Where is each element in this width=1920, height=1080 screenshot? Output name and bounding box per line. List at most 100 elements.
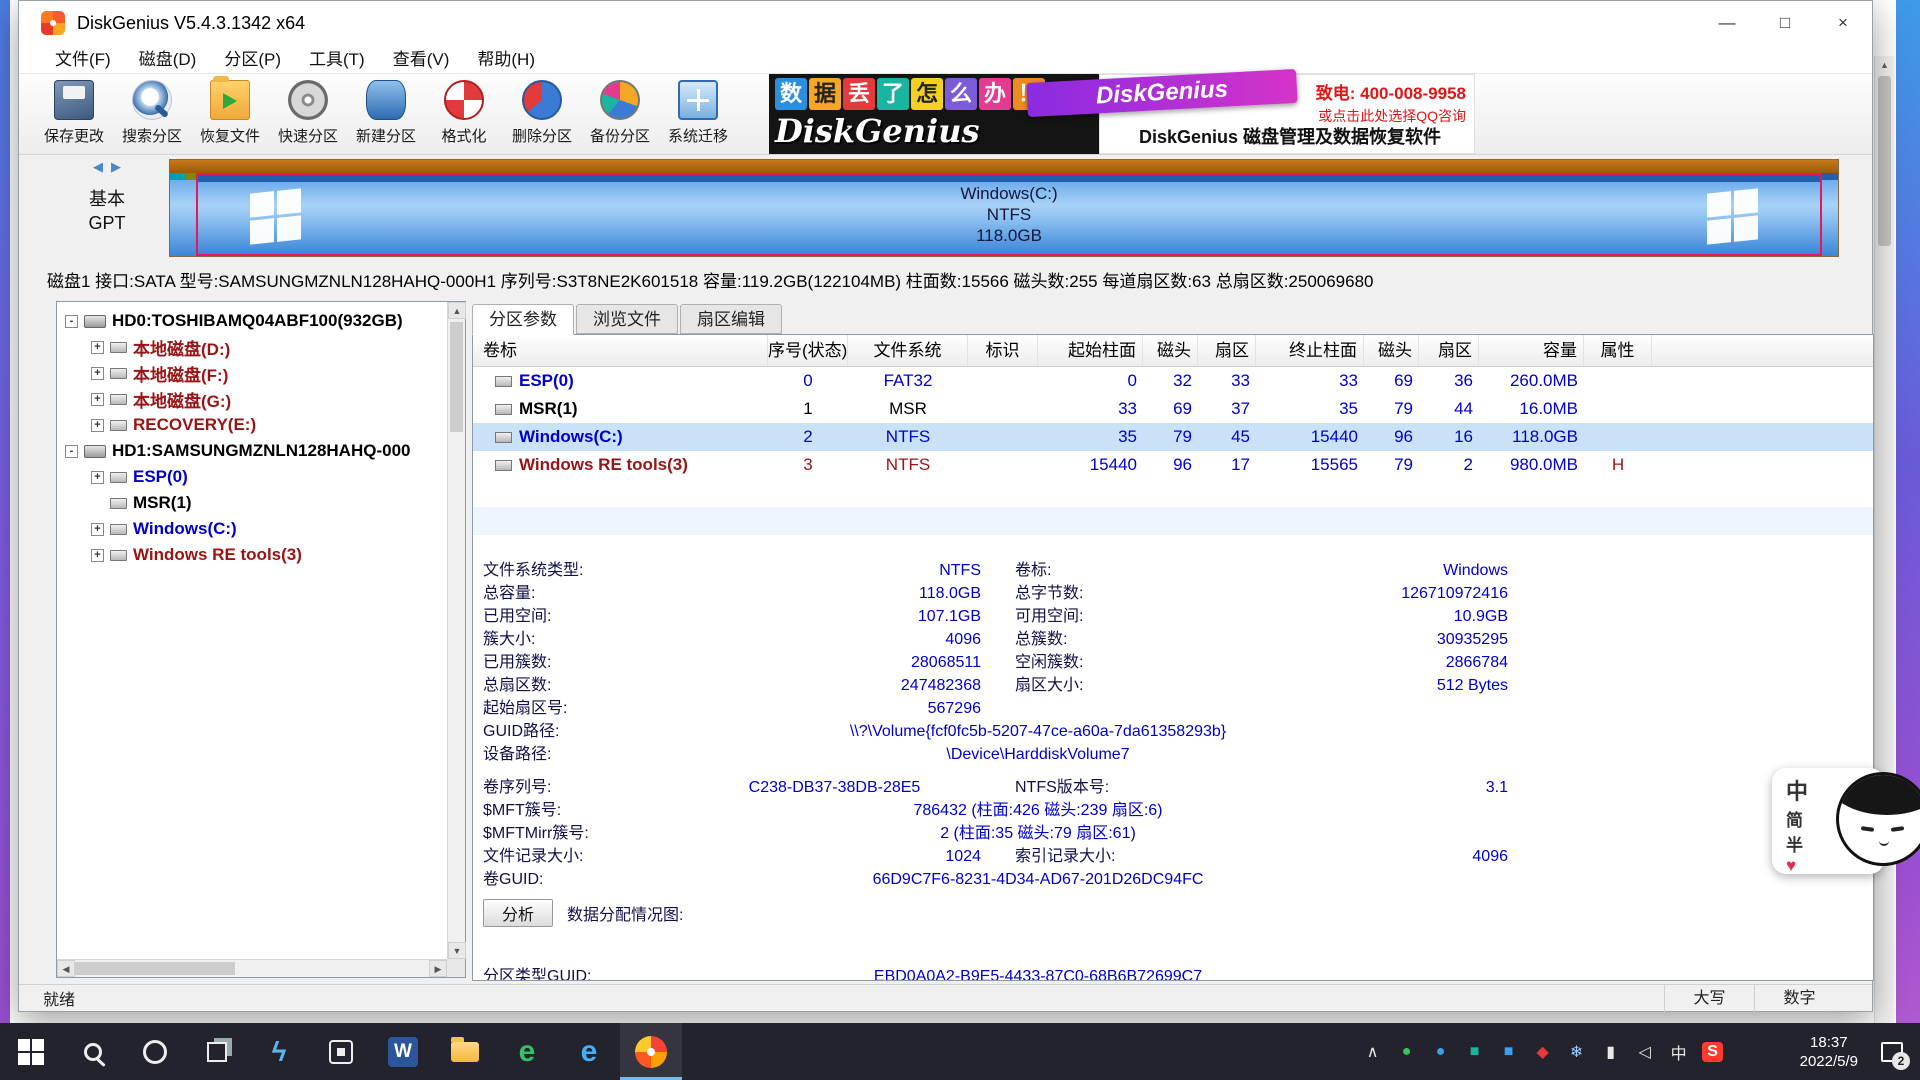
toolbar-button[interactable]: 备份分区 <box>581 74 659 152</box>
expand-toggle-icon[interactable]: + <box>91 393 104 406</box>
browser-green-button[interactable]: e <box>496 1023 558 1080</box>
partition-row[interactable]: MSR(1) 1 MSR 33 69 37 35 79 44 16.0MB <box>473 395 1873 423</box>
tray-icon[interactable]: ◆ <box>1526 1023 1560 1080</box>
toolbar-button[interactable]: 新建分区 <box>347 74 425 152</box>
tray-icon[interactable]: 中 <box>1662 1023 1696 1080</box>
desktop-pet-avatar[interactable] <box>1836 772 1920 866</box>
toolbar-button[interactable]: 删除分区 <box>503 74 581 152</box>
tree-item[interactable]: + Windows RE tools(3) <box>61 542 445 568</box>
expand-toggle-icon[interactable]: + <box>91 523 104 536</box>
tray-icon[interactable]: ∧ <box>1356 1023 1390 1080</box>
toolbar-button[interactable]: 保存更改 <box>35 74 113 152</box>
menu-item[interactable]: 文件(F) <box>41 45 125 74</box>
tray-icon[interactable]: ◁ <box>1628 1023 1662 1080</box>
detail-value: \Device\HarddiskVolume7 <box>688 743 1388 766</box>
expand-toggle-icon[interactable]: + <box>91 549 104 562</box>
menu-item[interactable]: 查看(V) <box>379 45 464 74</box>
minimize-button[interactable]: — <box>1698 1 1756 45</box>
tree-item[interactable]: + 本地磁盘(G:) <box>61 386 445 412</box>
ad-banner[interactable]: 数据丢了怎么办！ DiskGenius 致电: 400-008-9958 或点击… <box>769 74 1475 154</box>
tab[interactable]: 分区参数 <box>472 304 574 335</box>
expand-toggle-icon[interactable]: - <box>65 315 78 328</box>
tree-item[interactable]: + ESP(0) <box>61 464 445 490</box>
file-explorer-button[interactable] <box>434 1023 496 1080</box>
tree-vertical-scrollbar[interactable]: ▲ ▼ <box>447 302 465 959</box>
action-center-button[interactable]: 2 <box>1868 1023 1916 1080</box>
titlebar[interactable]: DiskGenius V5.4.3.1342 x64 — □ × <box>19 1 1872 45</box>
taskbar-clock[interactable]: 18:37 2022/5/9 <box>1800 1033 1858 1071</box>
menu-item[interactable]: 分区(P) <box>210 45 295 74</box>
tray-icon[interactable]: ❄ <box>1560 1023 1594 1080</box>
maximize-button[interactable]: □ <box>1756 1 1814 45</box>
partition-segment-re-tools[interactable] <box>1822 173 1838 256</box>
tree-item[interactable]: - HD0:TOSHIBAMQ04ABF100(932GB) <box>61 308 445 334</box>
start-button[interactable] <box>0 1023 62 1080</box>
detail-value: 3.1 <box>1196 776 1508 799</box>
ad-slogan-char: 丢 <box>843 78 875 110</box>
tray-icon[interactable]: ● <box>1390 1023 1424 1080</box>
menu-item[interactable]: 工具(T) <box>295 45 379 74</box>
tree-item[interactable]: + RECOVERY(E:) <box>61 412 445 438</box>
partition-segment-windows-c[interactable]: Windows(C:) NTFS 118.0GB <box>196 173 1822 256</box>
disk-nav-arrows[interactable]: ◀▶ <box>93 159 129 175</box>
tray-icon[interactable]: S <box>1696 1023 1730 1080</box>
browser-scrollbar[interactable]: ▲ <box>1874 56 1894 1023</box>
toolbar-button[interactable]: 系统迁移 <box>659 74 737 152</box>
partition-row[interactable]: Windows RE tools(3) 3 NTFS 15440 96 17 1… <box>473 451 1873 479</box>
menu-item[interactable]: 帮助(H) <box>463 45 549 74</box>
detail-row: 卷序列号: C238-DB37-38DB-28E5 NTFS版本号: 3.1 <box>483 776 1873 799</box>
toolbar-button[interactable]: 格式化 <box>425 74 503 152</box>
expand-toggle-icon[interactable]: + <box>91 471 104 484</box>
partition-segment-esp[interactable] <box>170 173 185 256</box>
scrollbar-thumb[interactable] <box>75 962 235 975</box>
end-sector-cell: 36 <box>1419 367 1479 395</box>
scroll-right-icon[interactable]: ▶ <box>429 960 447 977</box>
tray-icon[interactable]: ■ <box>1492 1023 1526 1080</box>
tree-item[interactable]: + Windows(C:) <box>61 516 445 542</box>
tree-item[interactable]: + 本地磁盘(D:) <box>61 334 445 360</box>
detail-value: 30935295 <box>1196 628 1508 651</box>
scroll-left-icon[interactable]: ◀ <box>57 960 75 977</box>
tab[interactable]: 浏览文件 <box>576 304 678 334</box>
cortana-button[interactable] <box>124 1023 186 1080</box>
task-view-button[interactable] <box>186 1023 248 1080</box>
tree-item[interactable]: - HD1:SAMSUNGMZNLN128HAHQ-000 <box>61 438 445 464</box>
expand-toggle-icon[interactable]: + <box>91 341 104 354</box>
toolbar-button-label: 删除分区 <box>512 125 572 146</box>
word-app-button[interactable]: W <box>372 1023 434 1080</box>
partition-segment-msr[interactable] <box>185 173 196 256</box>
pinned-app-bolt[interactable]: ϟ <box>248 1023 310 1080</box>
tree-item[interactable]: + 本地磁盘(F:) <box>61 360 445 386</box>
taskbar-search-button[interactable] <box>62 1023 124 1080</box>
tab[interactable]: 扇区编辑 <box>680 304 782 334</box>
scroll-down-icon[interactable]: ▼ <box>448 942 466 959</box>
prev-disk-icon[interactable]: ◀ <box>93 159 111 174</box>
expand-toggle-icon[interactable]: + <box>91 367 104 380</box>
toolbar-button[interactable]: 搜索分区 <box>113 74 191 152</box>
toolbar-button[interactable]: 快速分区 <box>269 74 347 152</box>
partition-row[interactable]: Windows(C:) 2 NTFS 35 79 45 15440 96 16 … <box>473 423 1873 451</box>
tray-icon[interactable]: ■ <box>1458 1023 1492 1080</box>
expand-toggle-icon[interactable]: - <box>65 445 78 458</box>
tray-icon[interactable]: ▮ <box>1594 1023 1628 1080</box>
tree-horizontal-scrollbar[interactable]: ◀ ▶ <box>57 959 447 977</box>
scroll-up-icon[interactable]: ▲ <box>448 302 466 319</box>
toolbar-button-icon <box>522 80 562 120</box>
diskgenius-taskbar-button[interactable] <box>620 1023 682 1080</box>
next-disk-icon[interactable]: ▶ <box>111 159 129 174</box>
detail-label: 扇区大小: <box>981 674 1196 697</box>
scrollbar-thumb[interactable] <box>450 322 463 432</box>
edge-button[interactable]: e <box>558 1023 620 1080</box>
expand-toggle-icon[interactable]: + <box>91 419 104 432</box>
detail-value <box>688 766 981 776</box>
tree-item[interactable]: MSR(1) <box>61 490 445 516</box>
analyze-button[interactable]: 分析 <box>483 899 553 927</box>
pinned-app-grid[interactable] <box>310 1023 372 1080</box>
tray-icon[interactable]: ● <box>1424 1023 1458 1080</box>
scroll-up-icon[interactable]: ▲ <box>1875 56 1894 74</box>
toolbar-button[interactable]: 恢复文件 <box>191 74 269 152</box>
scrollbar-thumb[interactable] <box>1878 76 1891 246</box>
partition-row[interactable]: ESP(0) 0 FAT32 0 32 33 33 69 36 260.0MB <box>473 367 1873 395</box>
menu-item[interactable]: 磁盘(D) <box>125 45 211 74</box>
close-button[interactable]: × <box>1814 1 1872 45</box>
